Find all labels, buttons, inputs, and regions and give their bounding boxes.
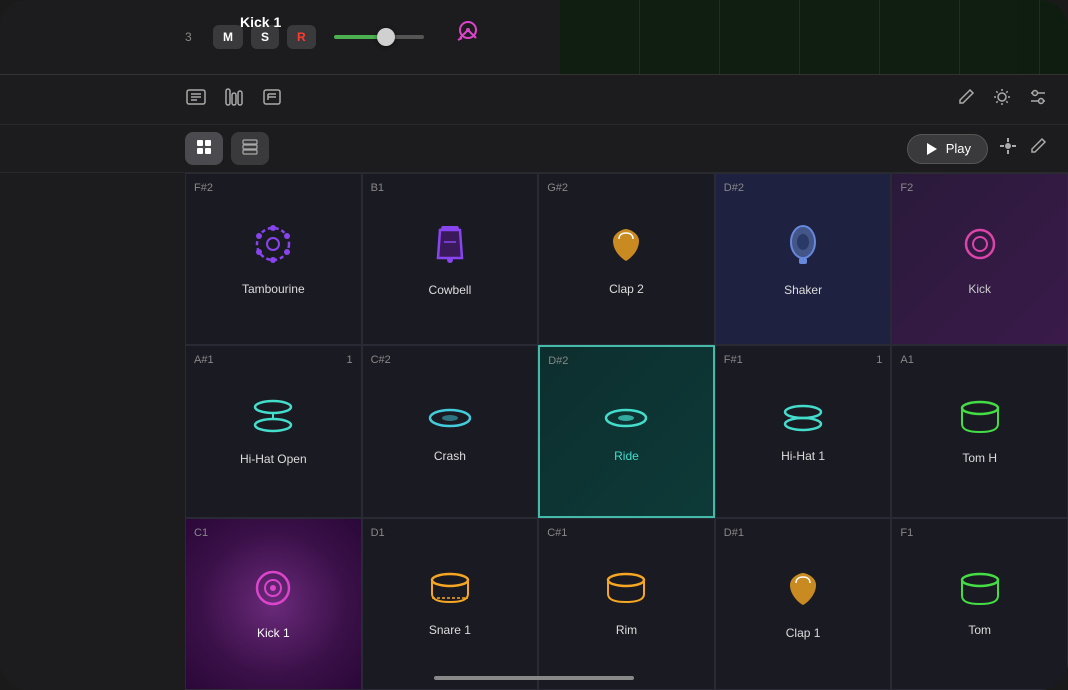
pad-tomh[interactable]: A1 Tom H xyxy=(891,345,1068,517)
rim-icon xyxy=(604,570,648,615)
pad-hihat1-note: F#1 xyxy=(724,354,743,366)
toolbar xyxy=(0,75,1068,125)
pad-ride[interactable]: D#2 Ride xyxy=(538,345,715,517)
pad-crash-label: Crash xyxy=(434,449,466,463)
cowbell-icon xyxy=(430,222,470,275)
clap2-icon xyxy=(605,223,647,274)
pad-hihat-open[interactable]: A#1 1 Hi-Hat Open xyxy=(185,345,362,517)
drum-kit-icon xyxy=(452,18,484,56)
hihatopen-icon xyxy=(251,397,295,444)
pad-controls-right: Play xyxy=(907,134,1048,164)
sparkle-icon-button[interactable] xyxy=(998,136,1018,161)
pad-shaker-label: Shaker xyxy=(784,283,822,297)
kick-partial-icon xyxy=(959,223,1001,274)
pad-cowbell-note: B1 xyxy=(371,182,384,194)
pad-clap1-note: D#1 xyxy=(724,527,744,539)
track-title: Kick 1 xyxy=(240,14,281,30)
pad-hihatopen-note: A#1 xyxy=(194,354,214,366)
pad-shaker[interactable]: D#2 Shaker xyxy=(715,173,892,345)
ride-icon xyxy=(604,399,648,441)
pad-clap1[interactable]: D#1 Clap 1 xyxy=(715,518,892,690)
pad-kick-partial-label: Kick xyxy=(968,282,991,296)
pad-tom[interactable]: F1 Tom xyxy=(891,518,1068,690)
pad-tambourine-label: Tambourine xyxy=(242,282,305,296)
play-button[interactable]: Play xyxy=(907,134,988,164)
tempo-icon-button[interactable] xyxy=(992,87,1012,112)
pad-clap2[interactable]: G#2 Clap 2 xyxy=(538,173,715,345)
pad-cowbell-label: Cowbell xyxy=(429,283,472,297)
pad-ride-label: Ride xyxy=(614,449,639,463)
tomh-icon xyxy=(959,398,1001,443)
pad-snare1-label: Snare 1 xyxy=(429,623,471,637)
pad-cowbell[interactable]: B1 Cowbell xyxy=(362,173,539,345)
snare1-icon xyxy=(428,570,472,615)
pad-controls-left xyxy=(20,132,269,165)
pad-grid: F#2 Tambourine B1 xyxy=(185,173,1068,690)
pad-kick1-label: Kick 1 xyxy=(257,626,290,640)
mixer-icon-button[interactable] xyxy=(223,86,245,113)
pad-tambourine[interactable]: F#2 Tambourine xyxy=(185,173,362,345)
pad-rim[interactable]: C#1 Rim xyxy=(538,518,715,690)
pad-grid-container: F#2 Tambourine B1 xyxy=(0,173,1068,690)
pad-shaker-note: D#2 xyxy=(724,182,744,194)
pad-tom-label: Tom xyxy=(968,623,991,637)
pad-clap1-label: Clap 1 xyxy=(786,626,821,640)
hihat1-icon xyxy=(781,399,825,441)
volume-knob[interactable] xyxy=(377,28,395,46)
device-frame: 3 M S R Kick 1 xyxy=(0,0,1068,690)
info-icon-button[interactable] xyxy=(261,86,283,113)
sidebar-strip xyxy=(0,173,185,690)
pad-rim-label: Rim xyxy=(616,623,637,637)
pad-kick1-note: C1 xyxy=(194,527,208,539)
sliders-icon-button[interactable] xyxy=(1028,87,1048,112)
kick1-icon xyxy=(252,567,294,618)
toolbar-right xyxy=(956,87,1048,112)
pad-crash[interactable]: C#2 Crash xyxy=(362,345,539,517)
edit-icon-button[interactable] xyxy=(1028,136,1048,161)
list-view-button[interactable] xyxy=(231,132,269,165)
pad-clap2-note: G#2 xyxy=(547,182,568,194)
pencil-icon-button[interactable] xyxy=(956,87,976,112)
pad-rim-note: C#1 xyxy=(547,527,567,539)
pad-clap2-label: Clap 2 xyxy=(609,282,644,296)
pad-controls-bar: Play xyxy=(0,125,1068,173)
pad-tambourine-note: F#2 xyxy=(194,182,213,194)
pad-kick1[interactable]: C1 Kick 1 xyxy=(185,518,362,690)
record-button[interactable]: R xyxy=(287,25,316,49)
pad-snare1[interactable]: D1 Snare 1 xyxy=(362,518,539,690)
pad-hihat1[interactable]: F#1 1 Hi-Hat 1 xyxy=(715,345,892,517)
pad-kick-partial-note: F2 xyxy=(900,182,913,194)
shaker-icon xyxy=(785,222,821,275)
score-icon-button[interactable] xyxy=(185,86,207,113)
clap1-icon xyxy=(782,567,824,618)
pad-tom-note: F1 xyxy=(900,527,913,539)
tambourine-icon xyxy=(252,223,294,274)
grid-view-button[interactable] xyxy=(185,132,223,165)
track-header: 3 M S R Kick 1 xyxy=(0,0,1068,75)
pad-tomh-note: A1 xyxy=(900,354,913,366)
pad-kick-partial[interactable]: F2 Kick xyxy=(891,173,1068,345)
toolbar-left xyxy=(20,86,940,113)
pad-hihatopen-label: Hi-Hat Open xyxy=(240,452,307,466)
play-label: Play xyxy=(946,141,971,156)
home-indicator xyxy=(434,676,634,680)
pad-ride-note: D#2 xyxy=(548,355,568,367)
crash-icon xyxy=(428,399,472,441)
pad-hihat1-count: 1 xyxy=(876,354,882,366)
pad-tomh-label: Tom H xyxy=(962,451,997,465)
track-number: 3 xyxy=(185,30,192,44)
pad-crash-note: C#2 xyxy=(371,354,391,366)
volume-slider[interactable] xyxy=(334,35,424,39)
pad-snare1-note: D1 xyxy=(371,527,385,539)
timeline-bg xyxy=(560,0,1068,74)
pad-hihatopen-count: 1 xyxy=(346,354,352,366)
pad-hihat1-label: Hi-Hat 1 xyxy=(781,449,825,463)
tom-icon xyxy=(959,570,1001,615)
mute-button[interactable]: M xyxy=(213,25,243,49)
